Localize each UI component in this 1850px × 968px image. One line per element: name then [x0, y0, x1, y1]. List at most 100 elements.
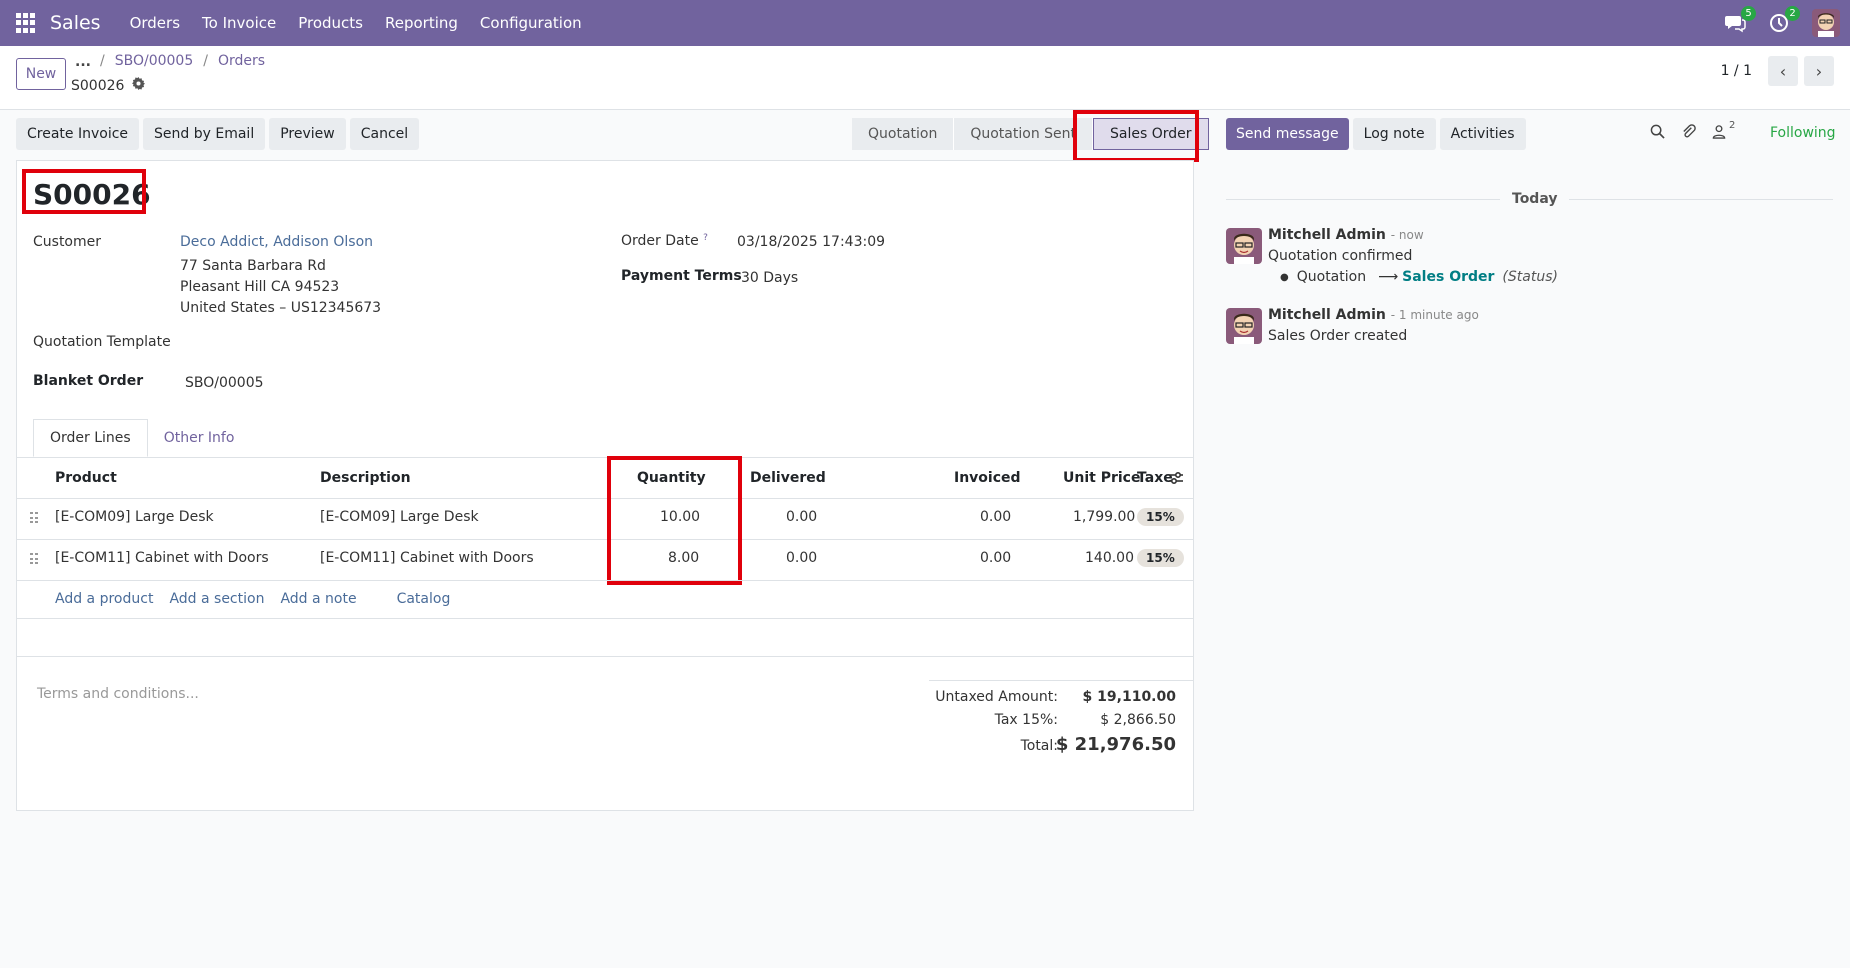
followers-count: 2: [1729, 120, 1736, 131]
customer-address-line2: Pleasant Hill CA 94523: [180, 279, 340, 295]
record-name: S00026: [71, 77, 125, 94]
tab-order-lines[interactable]: Order Lines: [33, 419, 148, 457]
menu-to-invoice[interactable]: To Invoice: [191, 14, 287, 32]
drag-handle-icon[interactable]: [30, 512, 38, 524]
breadcrumb-more[interactable]: ...: [75, 54, 91, 70]
optional-columns-toggle-icon[interactable]: [1168, 470, 1184, 490]
stage-quotation[interactable]: Quotation: [852, 118, 955, 150]
row-delivered[interactable]: 0.00: [786, 509, 817, 525]
terms-conditions-field[interactable]: Terms and conditions...: [37, 686, 199, 702]
message-author-name[interactable]: Mitchell Admin: [1268, 307, 1386, 323]
date-separator-today: Today: [1500, 191, 1570, 207]
message-time: - 1 minute ago: [1390, 308, 1479, 322]
untaxed-amount-label: Untaxed Amount:: [935, 689, 1058, 705]
cancel-button[interactable]: Cancel: [349, 118, 420, 150]
blanket-order-field[interactable]: SBO/00005: [185, 375, 264, 391]
highlight-order-title: [22, 169, 146, 214]
row-description[interactable]: [E-COM11] Cabinet with Doors: [320, 550, 534, 566]
add-product-link[interactable]: Add a product: [55, 591, 153, 607]
breadcrumb-orders[interactable]: Orders: [218, 53, 265, 69]
order-date-label: Order Date ?: [621, 233, 708, 249]
payment-terms-label: Payment Terms: [621, 268, 742, 284]
message-body: Sales Order created: [1268, 328, 1408, 344]
row-delivered[interactable]: 0.00: [786, 550, 817, 566]
row-unit-price[interactable]: 140.00: [1085, 550, 1134, 566]
highlight-quantity-column: [607, 456, 742, 585]
following-toggle[interactable]: Following: [1770, 125, 1836, 141]
customer-link[interactable]: Deco Addict, Addison Olson: [180, 234, 373, 250]
column-invoiced[interactable]: Invoiced: [954, 470, 1021, 486]
pager-value[interactable]: 1 / 1: [1721, 63, 1752, 79]
tracking-old-value: Quotation: [1296, 269, 1367, 285]
control-panel: New ... / SBO/00005 / Orders S00026 1 / …: [0, 46, 1850, 110]
menu-orders[interactable]: Orders: [119, 14, 191, 32]
create-invoice-button[interactable]: Create Invoice: [16, 118, 140, 150]
activities-clock-icon[interactable]: 2: [1768, 6, 1800, 34]
column-product[interactable]: Product: [55, 470, 117, 486]
column-unit-price[interactable]: Unit Price: [1063, 470, 1140, 486]
tax-badge[interactable]: 15%: [1137, 508, 1184, 526]
tax-badge[interactable]: 15%: [1137, 549, 1184, 567]
add-section-link[interactable]: Add a section: [169, 591, 264, 607]
activities-button[interactable]: Activities: [1439, 118, 1526, 150]
action-buttons: Create Invoice Send by Email Preview Can…: [16, 118, 420, 150]
person-icon: [1712, 124, 1726, 143]
row-invoiced: 0.00: [980, 509, 1012, 525]
message-author-avatar[interactable]: [1226, 308, 1262, 344]
column-delivered[interactable]: Delivered: [750, 470, 826, 486]
user-avatar[interactable]: [1812, 9, 1840, 37]
paperclip-icon[interactable]: [1681, 124, 1696, 143]
message-author[interactable]: Mitchell Admin - 1 minute ago: [1268, 307, 1479, 323]
followers-button[interactable]: 2: [1712, 120, 1735, 143]
preview-button[interactable]: Preview: [269, 118, 346, 150]
drag-handle-icon[interactable]: [30, 553, 38, 565]
pager-previous-button[interactable]: ‹: [1768, 56, 1798, 86]
send-by-email-button[interactable]: Send by Email: [143, 118, 266, 150]
totals-divider: [929, 680, 1193, 681]
row-divider: [16, 580, 1194, 581]
row-product[interactable]: [E-COM09] Large Desk: [55, 509, 214, 525]
total-label: Total:: [1020, 738, 1058, 754]
row-product[interactable]: [E-COM11] Cabinet with Doors: [55, 550, 269, 566]
payment-terms-field[interactable]: 30 Days: [741, 270, 798, 286]
message-author[interactable]: Mitchell Admin - now: [1268, 227, 1424, 243]
row-divider: [16, 656, 1194, 657]
column-description[interactable]: Description: [320, 470, 411, 486]
message-author-avatar[interactable]: [1226, 228, 1262, 264]
message-body: Quotation confirmed: [1268, 248, 1413, 264]
activities-badge: 2: [1785, 6, 1800, 21]
untaxed-amount-value: $ 19,110.00: [1082, 689, 1176, 705]
search-icon[interactable]: [1650, 124, 1665, 143]
record-name-row: S00026: [71, 77, 146, 94]
add-note-link[interactable]: Add a note: [280, 591, 356, 607]
pager: 1 / 1 ‹ ›: [1721, 56, 1850, 86]
customer-address-line1: 77 Santa Barbara Rd: [180, 258, 326, 274]
new-button[interactable]: New: [16, 58, 66, 90]
menu-products[interactable]: Products: [287, 14, 374, 32]
tax-label: Tax 15%:: [994, 712, 1058, 728]
row-unit-price[interactable]: 1,799.00: [1073, 509, 1135, 525]
pager-next-button[interactable]: ›: [1804, 56, 1834, 86]
log-note-button[interactable]: Log note: [1352, 118, 1436, 150]
menu-configuration[interactable]: Configuration: [469, 14, 593, 32]
menu-reporting[interactable]: Reporting: [374, 14, 469, 32]
breadcrumb-blanket-order[interactable]: SBO/00005: [115, 53, 194, 69]
chevron-right-icon: ›: [1815, 61, 1823, 81]
customer-label: Customer: [33, 234, 102, 250]
app-name[interactable]: Sales: [50, 12, 101, 34]
top-navbar: Sales Orders To Invoice Products Reporti…: [0, 0, 1850, 46]
tracking-field-name: (Status): [1502, 269, 1558, 285]
customer-address-line3: United States – US12345673: [180, 300, 382, 316]
help-icon[interactable]: ?: [703, 233, 708, 243]
order-date-field[interactable]: 03/18/2025 17:43:09: [737, 234, 885, 250]
gear-icon[interactable]: [132, 77, 146, 94]
tax-value: $ 2,866.50: [1100, 712, 1176, 728]
messaging-icon[interactable]: 5: [1724, 6, 1756, 34]
message-author-name[interactable]: Mitchell Admin: [1268, 227, 1386, 243]
send-message-button[interactable]: Send message: [1226, 118, 1349, 150]
tab-other-info[interactable]: Other Info: [148, 419, 251, 457]
catalog-link[interactable]: Catalog: [397, 591, 451, 607]
apps-menu-icon[interactable]: [16, 13, 36, 33]
row-description[interactable]: [E-COM09] Large Desk: [320, 509, 479, 525]
order-date-label-text: Order Date: [621, 233, 699, 249]
